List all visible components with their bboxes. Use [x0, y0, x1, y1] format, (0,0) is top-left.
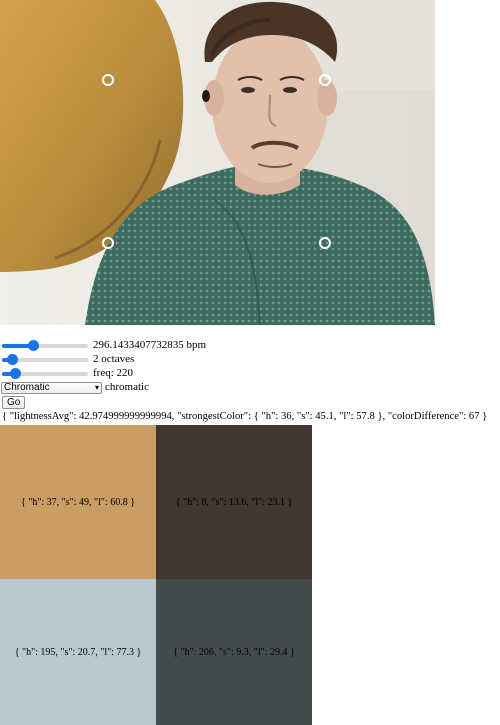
- swatch-bottom-right: { "h": 206, "s": 9.3, "l": 29.4 }: [156, 579, 312, 725]
- swatch-value: { "h": 37, "s": 49, "l": 60.8 }: [20, 496, 136, 508]
- analysis-summary: { "lightnessAvg": 42.974999999999994, "s…: [2, 411, 488, 422]
- swatch-bottom-left: { "h": 195, "s": 20.7, "l": 77.3 }: [0, 579, 156, 725]
- swatch-top-right: { "h": 8, "s": 13.6, "l": 23.1 }: [156, 425, 312, 579]
- app-page: 296.1433407732835 bpm 2 octaves freq: 22…: [0, 0, 500, 725]
- sample-marker-bottom-left: [102, 237, 114, 249]
- sample-marker-top-left: [102, 74, 114, 86]
- chevron-down-icon: ▾: [94, 382, 99, 392]
- go-row: Go: [0, 395, 500, 409]
- camera-image: [0, 0, 435, 325]
- octaves-row: 2 octaves: [0, 353, 500, 366]
- freq-value-text: freq: 220: [93, 367, 134, 379]
- scale-select[interactable]: Chromatic ▾: [1, 381, 102, 394]
- octaves-value-text: 2 octaves: [93, 353, 135, 365]
- swatch-value: { "h": 206, "s": 9.3, "l": 29.4 }: [173, 646, 295, 658]
- octaves-slider-thumb[interactable]: [6, 354, 18, 365]
- scale-row: Chromatic ▾ chromatic: [0, 381, 500, 394]
- sample-marker-top-right: [319, 74, 331, 86]
- swatch-top-left: { "h": 37, "s": 49, "l": 60.8 }: [0, 425, 156, 579]
- swatch-value: { "h": 8, "s": 13.6, "l": 23.1 }: [175, 496, 293, 508]
- bpm-slider[interactable]: [2, 339, 88, 352]
- freq-row: freq: 220: [0, 367, 500, 380]
- sample-marker-bottom-right: [319, 237, 331, 249]
- freq-slider[interactable]: [2, 367, 88, 380]
- scale-select-value: Chromatic: [4, 381, 50, 393]
- controls-panel: 296.1433407732835 bpm 2 octaves freq: 22…: [0, 339, 500, 410]
- freq-slider-thumb[interactable]: [10, 368, 22, 379]
- swatch-value: { "h": 195, "s": 20.7, "l": 77.3 }: [14, 646, 142, 658]
- bpm-value-text: 296.1433407732835 bpm: [93, 339, 207, 351]
- camera-feed: [0, 0, 435, 325]
- octaves-slider[interactable]: [2, 353, 88, 366]
- bpm-slider-thumb[interactable]: [28, 340, 40, 351]
- scale-label: chromatic: [105, 381, 149, 393]
- go-button[interactable]: Go: [2, 395, 26, 409]
- bpm-row: 296.1433407732835 bpm: [0, 339, 500, 352]
- swatch-grid: { "h": 37, "s": 49, "l": 60.8 } { "h": 8…: [0, 425, 312, 725]
